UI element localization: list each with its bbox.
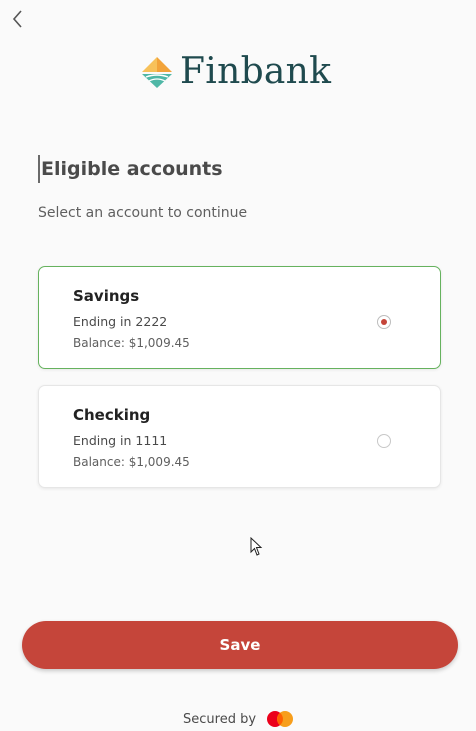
account-radio[interactable] <box>377 434 391 448</box>
secured-by-label: Secured by <box>183 711 257 727</box>
page-subtitle: Select an account to continue <box>38 205 248 221</box>
chevron-left-icon <box>12 10 22 28</box>
account-ending: Ending in 1111 <box>73 433 168 448</box>
finbank-logo-icon <box>142 57 172 88</box>
radio-selected-dot <box>380 318 387 325</box>
secured-by: Secured by <box>183 709 295 729</box>
account-ending: Ending in 2222 <box>73 314 168 329</box>
account-balance: Balance: $1,009.45 <box>73 336 190 350</box>
mastercard-logo-icon <box>267 711 294 727</box>
brand-name: Finbank <box>180 51 332 92</box>
account-name: Checking <box>73 406 151 424</box>
page-title: Eligible accounts <box>38 155 223 183</box>
save-button[interactable]: Save <box>22 621 458 669</box>
account-name: Savings <box>73 287 140 305</box>
mouse-pointer-icon <box>250 537 263 556</box>
account-card-savings[interactable]: Savings Ending in 2222 Balance: $1,009.4… <box>38 266 441 369</box>
account-radio[interactable] <box>377 315 391 329</box>
account-card-checking[interactable]: Checking Ending in 1111 Balance: $1,009.… <box>38 385 441 488</box>
account-balance: Balance: $1,009.45 <box>73 455 190 469</box>
back-button[interactable] <box>8 6 30 32</box>
brand-logo: Finbank <box>140 50 331 94</box>
